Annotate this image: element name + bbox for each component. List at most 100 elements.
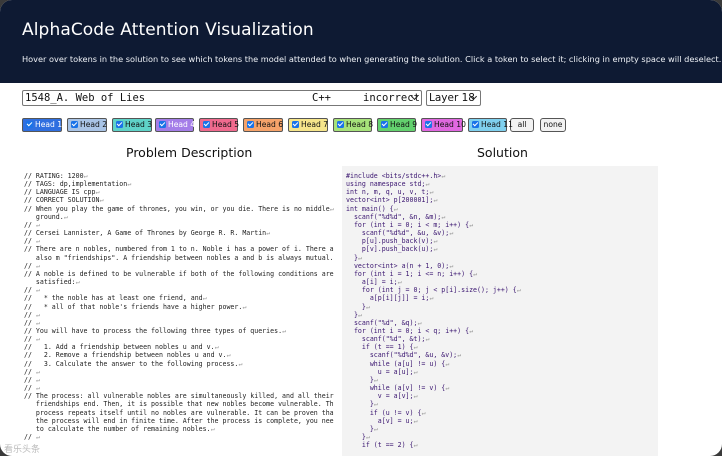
head-toggle-7[interactable]: Head 7: [288, 118, 328, 132]
problem-line[interactable]: // ↵: [24, 433, 334, 441]
head-toggle-5[interactable]: Head 5: [199, 118, 239, 132]
problem-line-text[interactable]: friendships end. Then, it is possible th…: [24, 400, 334, 408]
problem-line[interactable]: // TAGS: dp,implementation↵: [24, 180, 334, 188]
problem-line-text[interactable]: //: [24, 286, 36, 294]
problem-line[interactable]: // Cersei Lannister, A Game of Thrones b…: [24, 229, 334, 237]
solution-line-text[interactable]: vector<int> p[200001];: [346, 196, 433, 204]
problem-line-text[interactable]: // TAGS: dp,implementation: [24, 180, 127, 188]
problem-line-text[interactable]: satisfied:: [24, 278, 76, 286]
problem-line-text[interactable]: //: [24, 319, 36, 327]
problem-line[interactable]: // 2. Remove a friendship between nobles…: [24, 351, 334, 359]
solution-line[interactable]: a[p[i][j]] = i;↵: [346, 294, 658, 302]
solution-line-text[interactable]: scanf("%d%d", &n, &m);: [346, 213, 441, 221]
problem-line-text[interactable]: // There are n nobles, numbered from 1 t…: [24, 245, 334, 253]
head-checkbox[interactable]: [247, 121, 254, 128]
problem-line[interactable]: // A noble is defined to be vulnerable i…: [24, 270, 334, 278]
problem-line-text[interactable]: ground.: [24, 213, 64, 221]
layer-select[interactable]: Layer 18: [426, 90, 481, 106]
solution-line-text[interactable]: p[v].push_back(u);: [346, 245, 433, 253]
solution-line[interactable]: }↵: [346, 400, 658, 408]
problem-line[interactable]: process repeats itself until no nobles a…: [24, 409, 334, 417]
problem-line[interactable]: // RATING: 1200↵: [24, 172, 334, 180]
solution-line-text[interactable]: vector<int> a(n + 1, 0);: [346, 262, 449, 270]
solution-line-text[interactable]: u = a[u];: [346, 368, 414, 376]
problem-line-text[interactable]: //: [24, 221, 36, 229]
head-checkbox[interactable]: [425, 121, 432, 128]
solution-line[interactable]: v = a[v];↵: [346, 392, 658, 400]
problem-line[interactable]: // There are n nobles, numbered from 1 t…: [24, 245, 334, 253]
problem-line-text[interactable]: // A noble is defined to be vulnerable i…: [24, 270, 334, 278]
solution-line-text[interactable]: scanf("%d", &q);: [346, 319, 418, 327]
solution-line[interactable]: if (t == 1) {↵: [346, 343, 658, 351]
problem-line-text[interactable]: // 1. Add a friendship between nobles u …: [24, 343, 215, 351]
problem-line[interactable]: // ↵: [24, 335, 334, 343]
head-toggle-6[interactable]: Head 6: [243, 118, 283, 132]
solution-line-text[interactable]: }: [346, 311, 358, 319]
solution-line[interactable]: while (a[u] != u) {↵: [346, 360, 658, 368]
solution-line[interactable]: using namespace std;↵: [346, 180, 658, 188]
solution-line-text[interactable]: }: [346, 254, 358, 262]
select-all-button[interactable]: all: [510, 118, 534, 132]
problem-line[interactable]: // * the noble has at least one friend, …: [24, 294, 334, 302]
head-checkbox[interactable]: [26, 121, 33, 128]
solution-line[interactable]: }↵: [346, 433, 658, 441]
solution-line-text[interactable]: }: [346, 303, 366, 311]
problem-line-text[interactable]: process repeats itself until no nobles a…: [24, 409, 334, 417]
solution-line[interactable]: }↵: [346, 425, 658, 433]
problem-line[interactable]: // * all of that noble's friends have a …: [24, 303, 334, 311]
solution-line-text[interactable]: scanf("%d%d", &u, &v);: [346, 229, 449, 237]
head-checkbox[interactable]: [337, 121, 344, 128]
head-toggle-3[interactable]: Head 3: [112, 118, 152, 132]
solution-line[interactable]: if (u != v) {↵: [346, 409, 658, 417]
problem-line[interactable]: // ↵: [24, 237, 334, 245]
head-checkbox[interactable]: [116, 121, 123, 128]
problem-line[interactable]: // CORRECT SOLUTION↵: [24, 196, 334, 204]
problem-line[interactable]: also m "friendships". A friendship betwe…: [24, 254, 334, 262]
problem-line-text[interactable]: //: [24, 433, 36, 441]
solution-line-text[interactable]: a[v] = u;: [346, 417, 414, 425]
solution-line-text[interactable]: for (int i = 0; i < q; i++) {: [346, 327, 469, 335]
solution-line[interactable]: p[u].push_back(v);↵: [346, 237, 658, 245]
problem-line[interactable]: satisfied:↵: [24, 278, 334, 286]
solution-line[interactable]: vector<int> a(n + 1, 0);↵: [346, 262, 658, 270]
solution-line[interactable]: int main() {↵: [346, 205, 658, 213]
solution-line-text[interactable]: #include <bits/stdc++.h>: [346, 172, 441, 180]
solution-line-text[interactable]: a[p[i][j]] = i;: [346, 294, 430, 302]
solution-line[interactable]: int n, m, q, u, v, t;↵: [346, 188, 658, 196]
problem-line[interactable]: // The process: all vulnerable nobles ar…: [24, 392, 334, 400]
solution-line[interactable]: for (int j = 0; j < p[i].size(); j++) {↵: [346, 286, 658, 294]
head-toggle-8[interactable]: Head 8: [333, 118, 373, 132]
solution-line[interactable]: }↵: [346, 303, 658, 311]
solution-line-text[interactable]: int main() {: [346, 205, 394, 213]
solution-line[interactable]: for (int i = 0; i < q; i++) {↵: [346, 327, 658, 335]
problem-line[interactable]: the process will end in finite time. Aft…: [24, 417, 334, 425]
problem-select[interactable]: 1548_A. Web of Lies C++ incorrect: [22, 90, 422, 106]
problem-line[interactable]: // ↵: [24, 319, 334, 327]
solution-line-text[interactable]: while (a[u] != u) {: [346, 360, 445, 368]
solution-line[interactable]: }↵: [346, 311, 658, 319]
problem-line[interactable]: ground.↵: [24, 213, 334, 221]
head-checkbox[interactable]: [472, 121, 479, 128]
problem-line-text[interactable]: // RATING: 1200: [24, 172, 84, 180]
solution-line-text[interactable]: scanf("%d", &t);: [346, 335, 426, 343]
solution-line-text[interactable]: while (a[v] != v) {: [346, 384, 445, 392]
problem-line[interactable]: // 1. Add a friendship between nobles u …: [24, 343, 334, 351]
head-toggle-9[interactable]: Head 9: [377, 118, 417, 132]
solution-line[interactable]: scanf("%d", &t);↵: [346, 335, 658, 343]
problem-line[interactable]: // ↵: [24, 384, 334, 392]
solution-line[interactable]: scanf("%d%d", &u, &v);↵: [346, 351, 658, 359]
problem-line-text[interactable]: //: [24, 237, 36, 245]
solution-line-text[interactable]: }: [346, 400, 374, 408]
solution-line-text[interactable]: for (int i = 1; i <= n; i++) {: [346, 270, 473, 278]
problem-line[interactable]: // ↵: [24, 286, 334, 294]
solution-line-text[interactable]: if (t == 1) {: [346, 343, 414, 351]
head-toggle-10[interactable]: Head 10: [421, 118, 466, 132]
solution-line[interactable]: vector<int> p[200001];↵: [346, 196, 658, 204]
problem-line-text[interactable]: // * the noble has at least one friend, …: [24, 294, 203, 302]
head-checkbox[interactable]: [381, 121, 388, 128]
problem-line[interactable]: // 3. Calculate the answer to the follow…: [24, 360, 334, 368]
solution-line-text[interactable]: scanf("%d%d", &u, &v);: [346, 351, 457, 359]
solution-line[interactable]: for (int i = 0; i < m; i++) {↵: [346, 221, 658, 229]
problem-line-text[interactable]: //: [24, 311, 36, 319]
problem-line-text[interactable]: the process will end in finite time. Aft…: [24, 417, 334, 425]
